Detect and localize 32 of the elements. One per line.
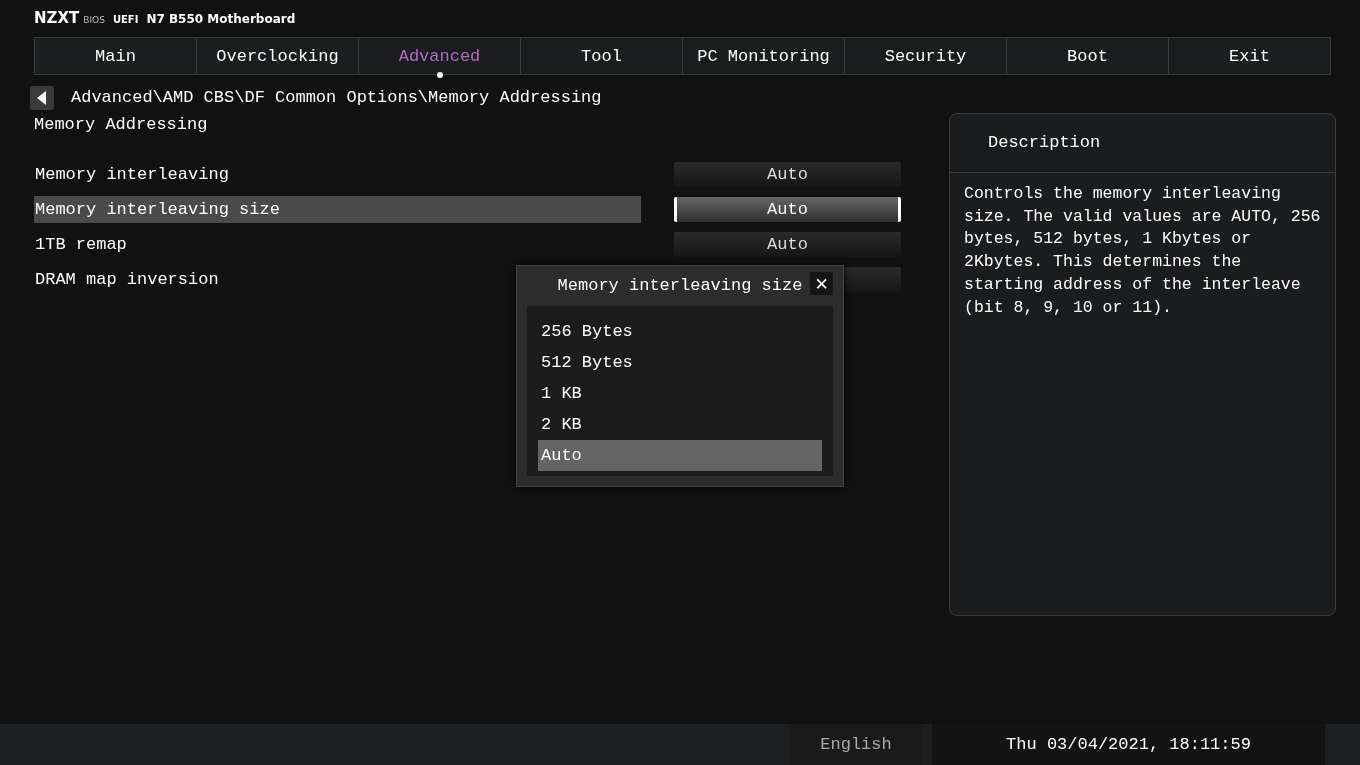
dialog-title: Memory interleaving size xyxy=(557,275,803,295)
description-text: Controls the memory interleaving size. The valid values are AUTO, 256 bytes, 512 bytes, 1 Kbytes or 2Kbytes. This determines the starting address of the interleave (bit 8, 9, 10 or 11). xyxy=(963,183,1322,319)
option-item[interactable]: 512 Bytes xyxy=(538,347,822,378)
option-item[interactable]: 2 KB xyxy=(538,409,822,440)
model-name: N7 B550 Motherboard xyxy=(146,12,296,26)
back-button[interactable] xyxy=(30,85,54,110)
setting-label[interactable]: 1TB remap xyxy=(34,231,641,258)
menu-tab[interactable]: Exit xyxy=(1169,38,1330,74)
date-time: Thu 03/04/2021, 18:11:59 xyxy=(932,724,1325,765)
close-button[interactable]: ✕ xyxy=(810,272,833,295)
bios-label: BIOS xyxy=(83,15,105,25)
option-item[interactable]: 256 Bytes xyxy=(538,316,822,347)
page-title: Memory Addressing xyxy=(34,115,209,136)
option-item[interactable]: Auto xyxy=(538,440,822,471)
setting-label[interactable]: Memory interleaving xyxy=(34,161,641,188)
value-button[interactable]: Auto xyxy=(674,232,901,257)
language-selector[interactable]: English xyxy=(790,724,922,765)
menu-tab[interactable]: Tool xyxy=(521,38,683,74)
uefi-label: UEFI xyxy=(112,14,139,25)
value-button[interactable]: Auto xyxy=(674,197,901,222)
menu-tab[interactable]: PC Monitoring xyxy=(683,38,845,74)
breadcrumb: Advanced\AMD CBS\DF Common Options\Memory Addressing xyxy=(71,88,602,107)
setting-label[interactable]: Memory interleaving size xyxy=(34,196,641,223)
option-item[interactable]: 1 KB xyxy=(538,378,822,409)
menu-tab[interactable]: Boot xyxy=(1007,38,1169,74)
brand-logo: NZXT xyxy=(34,9,80,27)
value-button[interactable]: Auto xyxy=(674,162,901,187)
menu-tab[interactable]: Main xyxy=(35,38,197,74)
menu-tab[interactable]: Overclocking xyxy=(197,38,359,74)
left-triangle-icon xyxy=(37,90,47,105)
menu-tab[interactable]: Security xyxy=(845,38,1007,74)
description-title: Description xyxy=(950,114,1335,173)
